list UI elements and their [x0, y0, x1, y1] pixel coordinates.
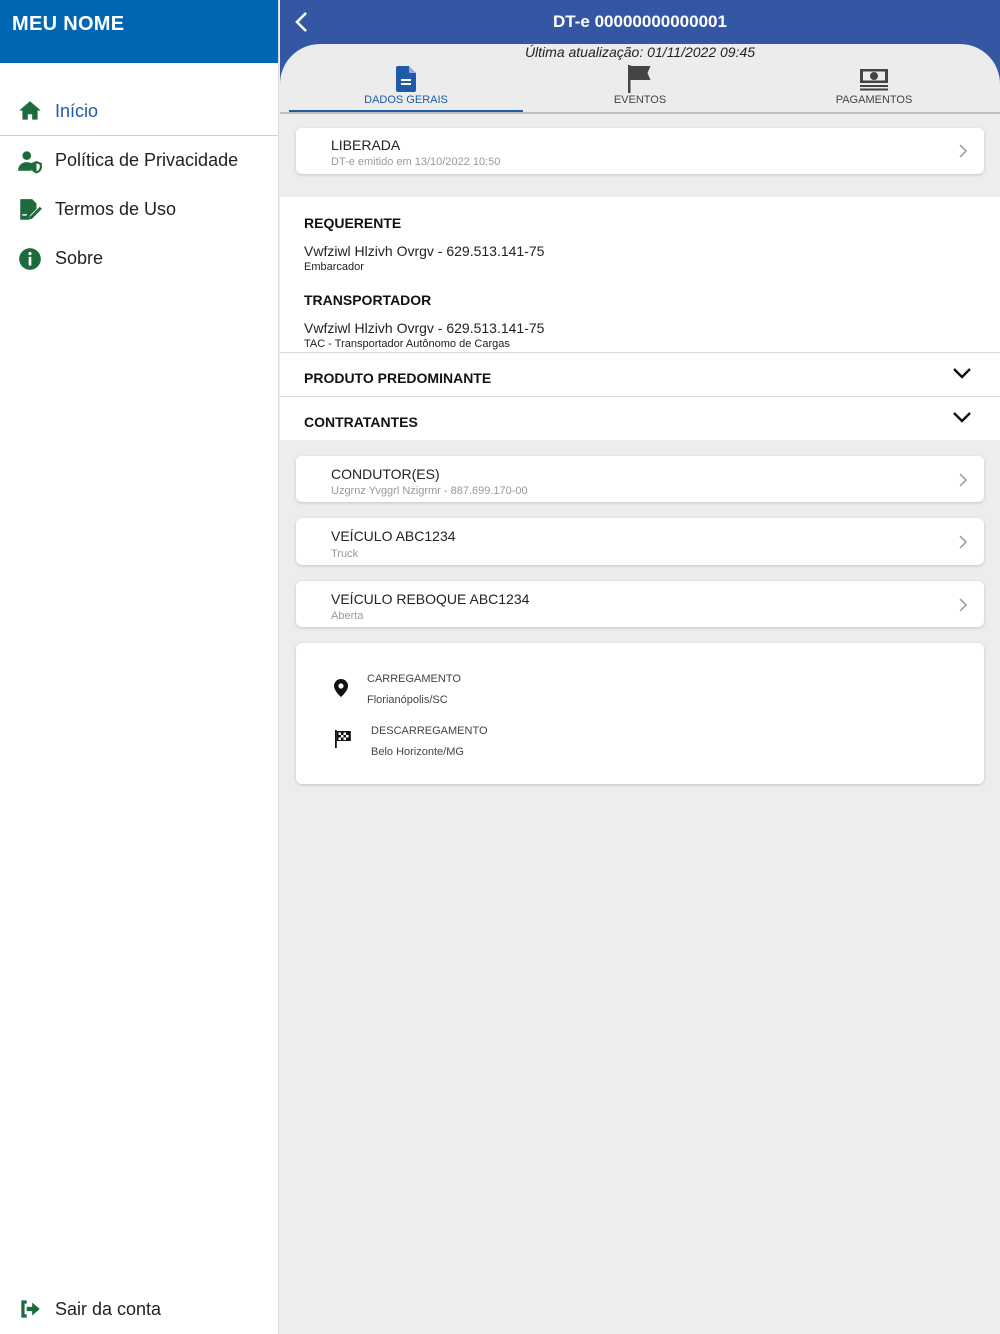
transportador-name: Vwfziwl Hlzivh Ovrgv - 629.513.141-75	[304, 320, 545, 336]
unloading-label: DESCARREGAMENTO	[371, 725, 488, 737]
tab-label: DADOS GERAIS	[364, 94, 448, 106]
chevron-down-icon	[953, 368, 971, 379]
logout-button[interactable]: Sair da conta	[0, 1284, 278, 1334]
sidebar-menu: Início Política de Privacidade Termos de…	[0, 87, 278, 283]
main-content: DT-e 00000000000001 Última atualização: …	[280, 0, 1000, 1334]
chevron-right-icon	[959, 144, 968, 158]
accordion-label: PRODUTO PREDOMINANTE	[304, 370, 492, 386]
loading-value: Florianópolis/SC	[367, 694, 448, 706]
sidebar-item-sobre[interactable]: Sobre	[0, 234, 278, 283]
accordion-produto[interactable]: PRODUTO PREDOMINANTE	[280, 352, 1000, 396]
reboque-card[interactable]: VEÍCULO REBOQUE ABC1234 Aberta	[296, 581, 984, 627]
tab-bar: Última atualização: 01/11/2022 09:45 DAD…	[280, 44, 1000, 114]
flag-icon	[523, 64, 757, 94]
checkered-flag-icon	[335, 730, 351, 748]
locations-card: CARREGAMENTO Florianópolis/SC DESCARREGA…	[296, 643, 984, 784]
sidebar-item-label: Início	[55, 100, 99, 121]
tab-label: PAGAMENTOS	[835, 94, 913, 106]
sidebar-title: MEU NOME	[0, 0, 278, 63]
loading-label: CARREGAMENTO	[367, 673, 461, 685]
page-title: DT-e 00000000000001	[553, 12, 727, 31]
requerente-role: Embarcador	[304, 261, 364, 273]
accordion-label: CONTRATANTES	[304, 414, 418, 430]
status-card[interactable]: LIBERADA DT-e emitido em 13/10/2022 10:5…	[296, 128, 984, 174]
chevron-down-icon	[953, 412, 971, 423]
home-icon	[16, 97, 44, 125]
sign-out-icon	[16, 1295, 44, 1323]
sidebar-item-termos[interactable]: Termos de Uso	[0, 185, 278, 234]
status-title: LIBERADA	[331, 137, 401, 153]
chevron-left-icon	[295, 12, 307, 32]
requerente-heading: REQUERENTE	[304, 215, 402, 231]
tab-label: EVENTOS	[613, 94, 667, 106]
card-subtitle: Uzgrnz Yvggrl Nzigrmr - 887.699.170-00	[331, 485, 528, 497]
unloading-value: Belo Horizonte/MG	[371, 746, 464, 758]
sidebar-item-inicio[interactable]: Início	[0, 87, 278, 136]
parties-section: REQUERENTE Vwfziwl Hlzivh Ovrgv - 629.51…	[280, 197, 1000, 352]
chevron-right-icon	[959, 598, 968, 612]
map-marker-icon	[334, 679, 348, 697]
tab-eventos[interactable]: EVENTOS	[523, 64, 757, 112]
card-title: CONDUTOR(ES)	[331, 466, 440, 482]
requerente-name: Vwfziwl Hlzivh Ovrgv - 629.513.141-75	[304, 243, 545, 259]
card-subtitle: Aberta	[331, 610, 364, 622]
card-title: VEÍCULO ABC1234	[331, 528, 456, 544]
user-shield-icon	[16, 147, 44, 175]
chevron-right-icon	[959, 535, 968, 549]
card-title: VEÍCULO REBOQUE ABC1234	[331, 591, 530, 607]
info-circle-icon	[16, 245, 44, 273]
sidebar-item-label: Termos de Uso	[55, 199, 177, 219]
document-icon	[289, 64, 523, 94]
logout-label: Sair da conta	[55, 1298, 162, 1319]
sidebar-item-label: Sobre	[55, 248, 104, 268]
transportador-role: TAC - Transportador Autônomo de Cargas	[304, 338, 510, 350]
transportador-heading: TRANSPORTADOR	[304, 292, 432, 308]
sidebar-item-privacidade[interactable]: Política de Privacidade	[0, 136, 278, 185]
condutor-card[interactable]: CONDUTOR(ES) Uzgrnz Yvggrl Nzigrmr - 887…	[296, 456, 984, 502]
status-subtitle: DT-e emitido em 13/10/2022 10:50	[331, 156, 501, 168]
tab-dados-gerais[interactable]: DADOS GERAIS	[289, 64, 523, 112]
accordion-contratantes[interactable]: CONTRATANTES	[280, 396, 1000, 440]
sidebar-item-label: Política de Privacidade	[55, 150, 239, 170]
chevron-right-icon	[959, 473, 968, 487]
money-icon	[757, 64, 991, 94]
tab-pagamentos[interactable]: PAGAMENTOS	[757, 64, 991, 112]
last-updated: Última atualização: 01/11/2022 09:45	[524, 44, 756, 60]
back-button[interactable]	[288, 8, 316, 36]
veiculo-card[interactable]: VEÍCULO ABC1234 Truck	[296, 518, 984, 565]
sidebar: MEU NOME Início Política de Privacidade …	[0, 0, 279, 1334]
file-signature-icon	[16, 196, 44, 224]
top-bar: DT-e 00000000000001	[280, 0, 1000, 44]
card-subtitle: Truck	[331, 548, 359, 560]
